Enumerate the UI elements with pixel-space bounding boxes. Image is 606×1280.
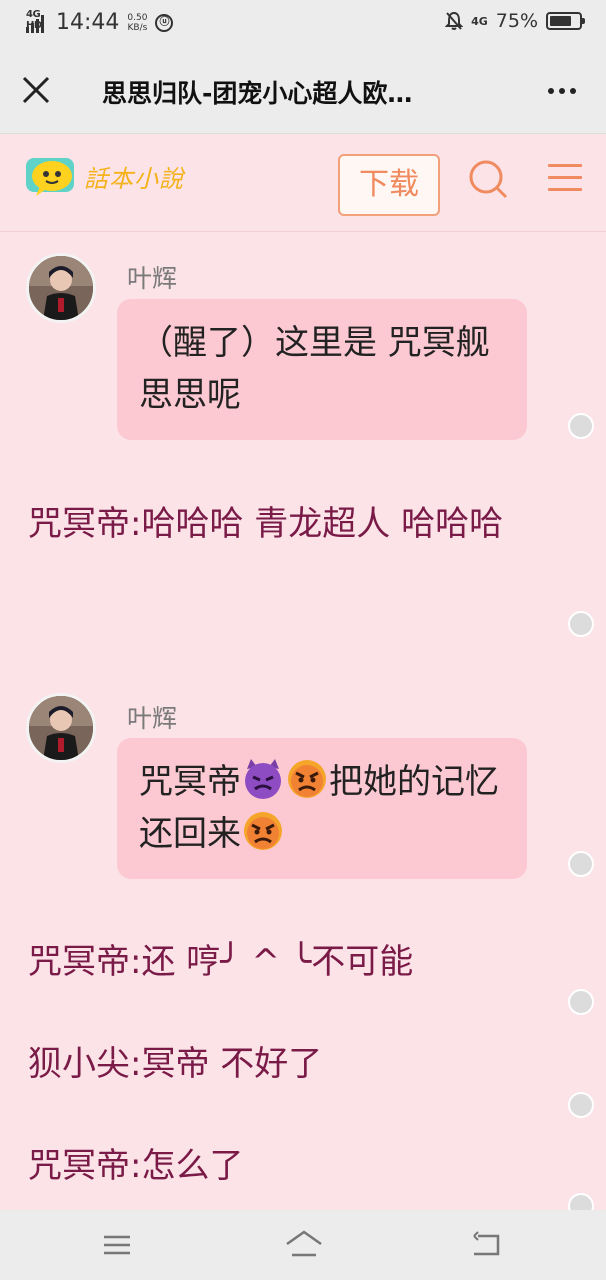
avatar[interactable] <box>26 253 96 323</box>
message-text: 咒冥帝 <box>139 762 241 802</box>
narration-line[interactable]: 咒冥帝:还 哼╯ ^ ╰不可能 <box>28 933 413 991</box>
comment-dot[interactable] <box>568 1092 594 1118</box>
narration-line[interactable]: 狈小尖:冥帝 不好了 <box>28 1035 322 1093</box>
avatar[interactable] <box>26 693 96 763</box>
comment-dot[interactable] <box>568 413 594 439</box>
site-header: 話本小說 下载 <box>0 134 606 232</box>
logo-bubble-icon <box>26 158 74 196</box>
speed-unit: KB/s <box>127 22 148 33</box>
back-icon[interactable] <box>470 1228 504 1262</box>
avatar-image <box>29 256 93 320</box>
logo-text: 話本小說 <box>84 164 184 193</box>
angry-emoji <box>244 812 282 850</box>
network-type-right: 4G <box>471 14 488 28</box>
message-bubble[interactable]: （醒了）这里是 咒冥舰 思思呢 <box>117 299 527 440</box>
more-icon[interactable] <box>548 88 576 94</box>
page-title: 思思归队-团宠小心超人欧… <box>102 79 413 108</box>
status-bar: 4G HD 14:44 0.50 KB/s ⓤ 4G 75% <box>0 0 606 48</box>
menu-icon[interactable] <box>548 164 582 194</box>
battery-percent: 75% <box>495 10 538 32</box>
close-icon[interactable] <box>18 72 54 108</box>
avatar-image <box>29 696 93 760</box>
devil-emoji <box>245 759 281 799</box>
speed-value: 0.50 <box>127 12 148 23</box>
message-bubble[interactable]: 咒冥帝 把她的记忆还回来 <box>117 738 527 879</box>
signal-icon: 4G HD <box>26 9 44 33</box>
notification-off-icon <box>445 11 464 30</box>
clock: 14:44 <box>56 10 120 35</box>
network-type: 4G HD <box>26 8 42 31</box>
system-nav-bar <box>0 1210 606 1280</box>
comment-dot[interactable] <box>568 611 594 637</box>
search-icon[interactable] <box>466 158 510 202</box>
story-content[interactable]: 叶辉 （醒了）这里是 咒冥舰 思思呢 咒冥帝:哈哈哈 青龙超人 哈哈哈 叶辉 咒… <box>0 233 606 1210</box>
comment-dot[interactable] <box>568 989 594 1015</box>
download-button[interactable]: 下载 <box>338 154 440 216</box>
speaker-name: 叶辉 <box>127 264 178 293</box>
comment-dot[interactable] <box>568 1193 594 1210</box>
narration-line[interactable]: 咒冥帝:怎么了 <box>28 1137 243 1195</box>
angry-emoji <box>288 760 326 798</box>
site-logo[interactable]: 話本小說 <box>24 152 184 200</box>
title-bar: 思思归队-团宠小心超人欧… <box>0 48 606 134</box>
comment-dot[interactable] <box>568 851 594 877</box>
sync-icon: ⓤ <box>155 13 174 32</box>
battery-icon <box>546 12 585 30</box>
speaker-name: 叶辉 <box>127 704 178 733</box>
home-icon[interactable] <box>284 1228 324 1262</box>
narration-line[interactable]: 咒冥帝:哈哈哈 青龙超人 哈哈哈 <box>28 495 558 553</box>
nav-menu-icon[interactable] <box>100 1228 134 1262</box>
network-speed: 0.50 KB/s <box>127 13 147 33</box>
